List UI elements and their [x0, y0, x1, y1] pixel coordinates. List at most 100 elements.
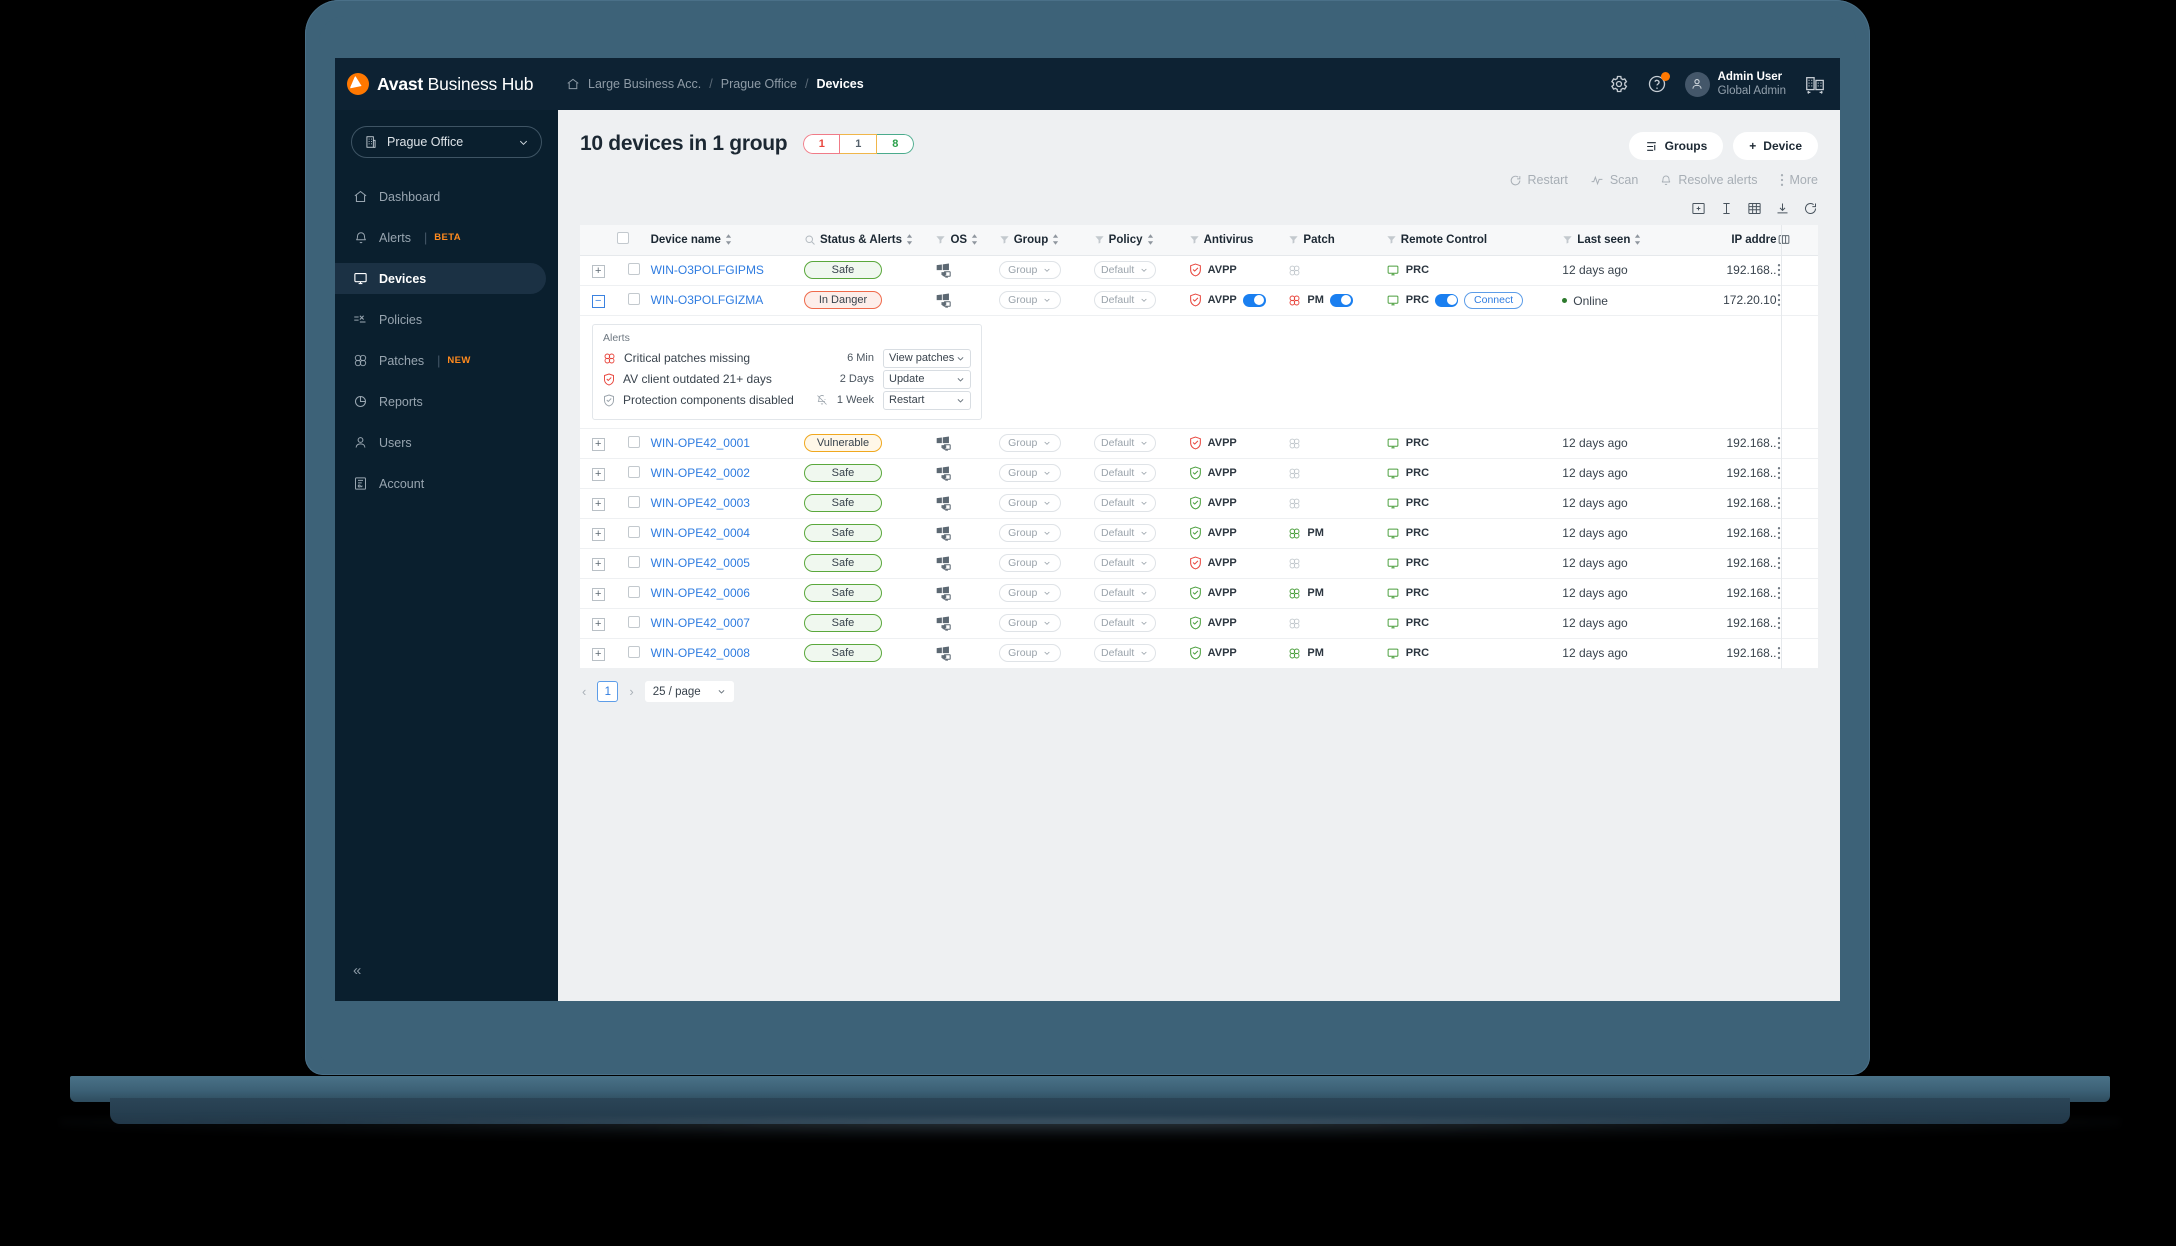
expand-row-button[interactable]: +	[591, 617, 605, 631]
page-size-select[interactable]: 25 / page	[644, 681, 734, 702]
policy-select[interactable]: Default	[1093, 494, 1156, 512]
table-row[interactable]: + WIN-OPE42_0003 Safe Group Default AVPP…	[580, 488, 1818, 519]
row-menu-button[interactable]	[1776, 458, 1818, 489]
group-select[interactable]: Group	[998, 614, 1061, 632]
device-name-link[interactable]: WIN-OPE42_0004	[651, 526, 750, 540]
select-all-checkbox[interactable]	[616, 232, 629, 245]
sidebar-item-account[interactable]: Account	[335, 468, 558, 499]
filter-icon[interactable]	[1094, 234, 1105, 245]
filter-icon[interactable]	[935, 234, 946, 245]
th-last-seen[interactable]: Last seen	[1562, 225, 1685, 256]
policy-select[interactable]: Default	[1093, 291, 1156, 309]
add-device-button[interactable]: + Device	[1733, 132, 1818, 160]
row-checkbox[interactable]	[627, 615, 640, 628]
th-status-alerts[interactable]: Status & Alerts	[803, 225, 936, 256]
expand-row-button[interactable]: +	[591, 647, 605, 661]
th-ip-address[interactable]: IP addre	[1684, 225, 1777, 256]
antivirus-toggle[interactable]	[1242, 293, 1266, 307]
sidebar-collapse-button[interactable]: «	[353, 962, 361, 979]
row-checkbox[interactable]	[627, 555, 640, 568]
device-name-link[interactable]: WIN-OPE42_0001	[651, 436, 750, 450]
row-checkbox[interactable]	[627, 585, 640, 598]
sort-icon[interactable]	[1052, 234, 1059, 245]
group-select[interactable]: Group	[998, 584, 1061, 602]
row-menu-button[interactable]	[1776, 285, 1818, 316]
sort-icon[interactable]	[906, 234, 913, 245]
th-device-name[interactable]: Device name	[650, 225, 804, 256]
th-column-settings[interactable]	[1776, 225, 1818, 256]
groups-button[interactable]: Groups	[1628, 132, 1724, 160]
sort-icon[interactable]	[725, 234, 732, 245]
row-menu-button[interactable]	[1776, 608, 1818, 639]
group-select[interactable]: Group	[998, 644, 1061, 662]
th-os[interactable]: OS	[935, 225, 999, 256]
policy-select[interactable]: Default	[1093, 614, 1156, 632]
gear-icon[interactable]	[1609, 74, 1629, 94]
row-menu-button[interactable]	[1776, 578, 1818, 609]
alert-action-select[interactable]: Update	[883, 369, 971, 389]
alert-action-select[interactable]: Restart	[883, 390, 971, 410]
search-icon[interactable]	[804, 234, 816, 246]
table-row[interactable]: + WIN-OPE42_0006 Safe Group Default AVPP…	[580, 578, 1818, 609]
device-name-link[interactable]: WIN-OPE42_0006	[651, 586, 750, 600]
th-patch[interactable]: Patch	[1288, 225, 1386, 256]
connect-button[interactable]: Connect	[1464, 291, 1524, 309]
filter-icon[interactable]	[1189, 234, 1200, 245]
sidebar-item-policies[interactable]: Policies	[335, 304, 558, 335]
expand-row-button[interactable]: +	[591, 497, 605, 511]
counter-danger[interactable]: 1	[803, 134, 841, 154]
group-select[interactable]: Group	[998, 261, 1061, 279]
policy-select[interactable]: Default	[1093, 584, 1156, 602]
row-checkbox[interactable]	[627, 525, 640, 538]
sidebar-item-reports[interactable]: Reports	[335, 386, 558, 417]
collapse-row-button[interactable]: −	[591, 294, 605, 308]
table-row[interactable]: + WIN-OPE42_0002 Safe Group Default AVPP…	[580, 458, 1818, 489]
download-icon[interactable]	[1775, 201, 1790, 217]
table-row[interactable]: + WIN-OPE42_0004 Safe Group Default AVPP…	[580, 518, 1818, 549]
th-remote-control[interactable]: Remote Control	[1385, 225, 1563, 256]
office-selector[interactable]: Prague Office	[351, 126, 542, 158]
group-select[interactable]: Group	[998, 554, 1061, 572]
device-name-link[interactable]: WIN-O3POLFGIPMS	[651, 263, 764, 277]
group-select[interactable]: Group	[998, 434, 1061, 452]
row-checkbox[interactable]	[627, 262, 640, 275]
policy-select[interactable]: Default	[1093, 644, 1156, 662]
pagination-page-1[interactable]: 1	[597, 681, 619, 702]
expand-row-button[interactable]: +	[591, 587, 605, 601]
policy-select[interactable]: Default	[1093, 434, 1156, 452]
policy-select[interactable]: Default	[1093, 464, 1156, 482]
sidebar-item-alerts[interactable]: Alerts | BETA	[335, 222, 558, 253]
group-select[interactable]: Group	[998, 291, 1061, 309]
table-row[interactable]: + WIN-OPE42_0007 Safe Group Default AVPP…	[580, 608, 1818, 639]
th-antivirus[interactable]: Antivirus	[1188, 225, 1289, 256]
counter-safe[interactable]: 8	[877, 134, 915, 154]
sidebar-item-patches[interactable]: Patches | NEW	[335, 345, 558, 376]
expand-row-button[interactable]: +	[591, 437, 605, 451]
row-checkbox[interactable]	[627, 495, 640, 508]
table-row[interactable]: + WIN-OPE42_0008 Safe Group Default AVPP…	[580, 638, 1818, 669]
table-row[interactable]: + WIN-OPE42_0005 Safe Group Default AVPP…	[580, 548, 1818, 579]
group-select[interactable]: Group	[998, 464, 1061, 482]
device-name-link[interactable]: WIN-OPE42_0003	[651, 496, 750, 510]
restart-action[interactable]: Restart	[1509, 173, 1568, 187]
sidebar-item-users[interactable]: Users	[335, 427, 558, 458]
expand-row-button[interactable]: +	[591, 557, 605, 571]
row-checkbox[interactable]	[627, 645, 640, 658]
pagination-prev-button[interactable]: ‹	[580, 684, 588, 699]
grid-view-icon[interactable]	[1747, 201, 1762, 217]
filter-icon[interactable]	[1386, 234, 1397, 245]
sort-icon[interactable]	[971, 234, 978, 245]
table-row[interactable]: − WIN-O3POLFGIZMA In Danger Group Defaul…	[580, 285, 1818, 316]
policy-select[interactable]: Default	[1093, 261, 1156, 279]
row-menu-button[interactable]	[1776, 638, 1818, 669]
pagination-next-button[interactable]: ›	[627, 684, 635, 699]
policy-select[interactable]: Default	[1093, 524, 1156, 542]
row-checkbox[interactable]	[627, 292, 640, 305]
th-group[interactable]: Group	[998, 225, 1094, 256]
row-checkbox[interactable]	[627, 465, 640, 478]
breadcrumb-item-0[interactable]: Large Business Acc.	[588, 77, 701, 91]
filter-icon[interactable]	[1562, 234, 1573, 245]
brand-logo[interactable]: Avast Business Hub	[335, 73, 558, 95]
expand-row-button[interactable]: +	[591, 467, 605, 481]
patch-toggle[interactable]	[1329, 293, 1353, 307]
